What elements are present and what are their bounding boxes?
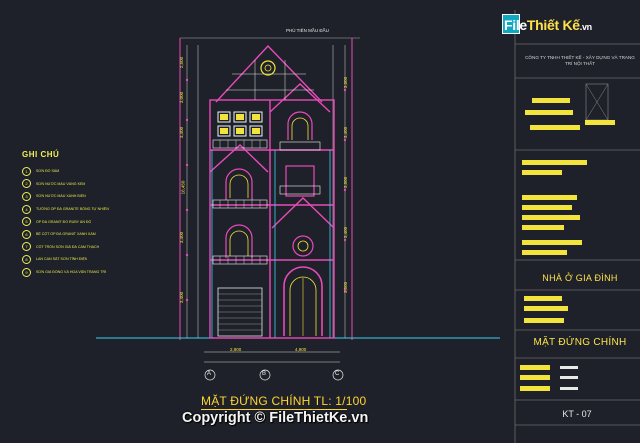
list-item: 2 SƠN NƯỚC MÀU VÀNG KEM [22, 178, 172, 191]
text-bar [522, 195, 577, 200]
dim-label: 3,000 [343, 76, 349, 89]
note-number: 8 [22, 254, 31, 264]
axis-label-b: B [262, 371, 267, 377]
text-bar [522, 215, 580, 220]
note-number: 4 [22, 204, 31, 214]
dim-label: 3,400 [343, 226, 349, 239]
dim-label: 3,000 [179, 91, 185, 104]
text-bar [522, 205, 572, 210]
note-number: 2 [22, 179, 31, 189]
sheet-number: KT - 07 [562, 409, 592, 419]
text-bar [520, 365, 550, 370]
note-text: CỘT TRÒN SƠN GIẢ ĐÁ CẨM THẠCH [36, 244, 100, 249]
text-bar [522, 240, 582, 245]
text-bar [524, 296, 562, 301]
note-number: 1 [22, 166, 31, 176]
note-text: BỆ CỘT ỐP ĐÁ GRANIT XANH XÁM [36, 232, 96, 237]
top-note: PHÙ TIÊN MẦU ĐẦU [286, 28, 329, 33]
dim-labels-left: 2,500 3,000 3,400 16,450 3,400 3,400 [176, 56, 186, 340]
text-bar [524, 318, 564, 323]
note-number: 9 [22, 267, 31, 277]
axis-label-c: C [335, 371, 340, 377]
text-bar [532, 98, 570, 103]
note-number: 6 [22, 229, 31, 239]
project-name: NHÀ Ở GIA ĐÌNH [542, 273, 618, 283]
note-text: SƠN NƯỚC MÀU XANH BIỂN [36, 194, 86, 199]
dim-label: 3,400 [179, 291, 185, 304]
drawing-name: MẶT ĐỨNG CHÍNH [533, 337, 627, 348]
dim-label: 3,500 [343, 281, 349, 294]
drawing-caption: MẶT ĐỨNG CHÍNH TL: 1/100 [201, 394, 367, 408]
text-bar [520, 375, 550, 380]
text-bar [522, 170, 562, 175]
note-text: ỐP ĐÁ GRANIT ĐỎ RUBY ẤN ĐỘ [36, 219, 92, 224]
dim-labels-right: 3,000 3,400 3,500 3,400 3,500 [340, 76, 350, 320]
dim-bottom-2: 4,900 [295, 347, 307, 352]
dim-label: 3,400 [179, 231, 185, 244]
list-item: 4 TƯỜNG ỐP ĐÁ GRANITE BÓNG TỰ NHIÊN [22, 203, 172, 216]
list-item: 6 BỆ CỘT ỐP ĐÁ GRANIT XANH XÁM [22, 228, 172, 241]
note-number: 5 [22, 217, 31, 227]
note-text: TƯỜNG ỐP ĐÁ GRANITE BÓNG TỰ NHIÊN [36, 207, 109, 212]
note-text: SƠN ĐỎ SẪM [36, 169, 60, 174]
text-bar [524, 306, 568, 311]
note-number: 3 [22, 191, 31, 201]
copyright-watermark: Copyright © FileThietKe.vn [182, 410, 368, 426]
copyright-text: Copyright © FileThietKe.vn [182, 410, 369, 426]
dim-label: 16,450 [180, 180, 186, 195]
text-bar [525, 110, 573, 115]
text-bar [585, 120, 615, 125]
list-item: 9 SƠN GIẢ ĐỒNG VÀ HOA VĂN TRANG TRÍ [22, 266, 172, 279]
dim-label: 3,400 [179, 126, 185, 139]
note-text: LAN CAN SẮT SƠN TĨNH ĐIỆN [36, 257, 88, 262]
text-bar [560, 387, 578, 390]
logo-part2: Thiết Kế [526, 17, 580, 33]
text-bar [522, 250, 567, 255]
list-item: 3 SƠN NƯỚC MÀU XANH BIỂN [22, 190, 172, 203]
text-bar [522, 160, 587, 165]
text-bar [530, 125, 580, 130]
list-item: 7 CỘT TRÒN SƠN GIẢ ĐÁ CẨM THẠCH [22, 241, 172, 254]
dim-label: 2,500 [179, 56, 185, 69]
dim-label: 3,400 [343, 126, 349, 139]
note-number: 7 [22, 242, 31, 252]
list-item: 8 LAN CAN SẮT SƠN TĨNH ĐIỆN [22, 253, 172, 266]
company-name: CÔNG TY TNHH THIẾT KẾ - XÂY DỰNG VÀ TRAN… [525, 55, 635, 66]
text-bar [520, 386, 550, 391]
list-item: 1 SƠN ĐỎ SẪM [22, 165, 172, 178]
notes-title: GHI CHÚ [22, 150, 60, 159]
list-item: 5 ỐP ĐÁ GRANIT ĐỎ RUBY ẤN ĐỘ [22, 215, 172, 228]
note-text: SƠN NƯỚC MÀU VÀNG KEM [36, 181, 86, 186]
text-bar [522, 225, 564, 230]
text-bar [560, 376, 578, 379]
notes-panel: GHI CHÚ 1 SƠN ĐỎ SẪM 2 SƠN NƯỚC MÀU VÀNG K… [22, 150, 172, 278]
logo-suffix: .vn [579, 22, 592, 32]
dim-bottom-1: 2,900 [230, 347, 242, 352]
axis-label-a: A [207, 371, 212, 377]
logo-part1: File [504, 17, 527, 33]
dim-label: 3,500 [343, 176, 349, 189]
note-text: SƠN GIẢ ĐỒNG VÀ HOA VĂN TRANG TRÍ [36, 270, 107, 275]
logo-text: FileThiết Kế.vn [504, 17, 592, 33]
text-bar [560, 366, 578, 369]
